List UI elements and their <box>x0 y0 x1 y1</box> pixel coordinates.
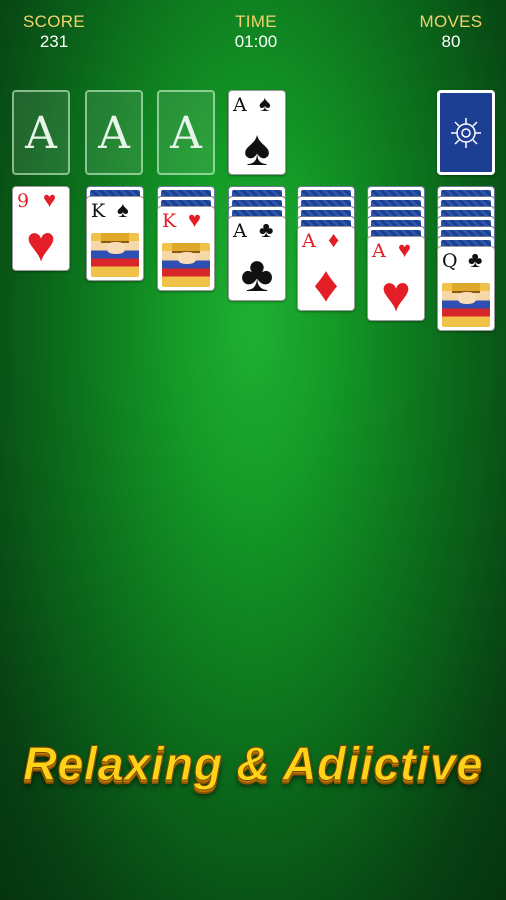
time-label: TIME <box>235 12 277 31</box>
foundation-slot-2[interactable]: A <box>85 90 143 175</box>
moves-display: MOVES 80 <box>408 12 494 52</box>
moves-value: 80 <box>441 32 461 51</box>
card-rank: Q <box>442 250 458 272</box>
court-figure-illustration <box>91 233 139 277</box>
foundation-ace-placeholder: A <box>98 108 130 159</box>
tableau-card-col-6[interactable]: A ♥ ♥ <box>367 236 425 321</box>
club-icon: ♣ <box>240 246 274 302</box>
foundation-ace-placeholder: A <box>170 108 202 159</box>
card-rank: 9 <box>17 190 30 212</box>
spade-icon: ♠ <box>259 91 271 116</box>
court-figure-illustration <box>162 243 210 287</box>
foundation-ace-placeholder: A <box>25 108 57 159</box>
club-icon: ♣ <box>468 247 483 272</box>
moves-label: MOVES <box>419 12 483 31</box>
tableau-card-col-4[interactable]: A ♣ ♣ <box>228 216 286 301</box>
heart-icon: ♥ <box>26 216 56 272</box>
tableau-card-col-5[interactable]: A ♦ ♦ <box>297 226 355 311</box>
tableau-card-col-7[interactable]: Q ♣ <box>437 246 495 331</box>
time-value: 01:00 <box>234 32 278 51</box>
slogan-text: Relaxing & Adiictive <box>22 737 484 791</box>
diamond-icon: ♦ <box>328 227 340 252</box>
score-label: SCORE <box>23 12 85 31</box>
heart-icon: ♥ <box>43 187 57 212</box>
court-figure-illustration <box>442 283 490 327</box>
card-rank: A <box>372 240 386 262</box>
tableau-card-col-2[interactable]: K ♠ <box>86 196 144 281</box>
card-rank: K <box>91 200 106 222</box>
spade-icon: ♠ <box>117 197 129 222</box>
spade-icon: ♠ <box>243 120 271 176</box>
compass-rose-icon <box>451 117 481 148</box>
heart-icon: ♥ <box>381 266 411 322</box>
card-rank: K <box>162 210 177 232</box>
heart-icon: ♥ <box>188 207 202 232</box>
stock-pile[interactable] <box>437 90 495 175</box>
foundation-slot-1[interactable]: A <box>12 90 70 175</box>
tableau-card-col-1[interactable]: 9 ♥ ♥ <box>12 186 70 271</box>
club-icon: ♣ <box>259 217 274 242</box>
card-rank: A <box>233 220 247 242</box>
card-rank: A <box>233 94 247 116</box>
diamond-icon: ♦ <box>313 256 339 312</box>
time-display: TIME 01:00 <box>220 12 292 52</box>
card-rank: A <box>302 230 316 252</box>
foundation-slot-4[interactable]: A ♠ ♠ <box>228 90 286 175</box>
foundation-slot-3[interactable]: A <box>157 90 215 175</box>
tableau-card-col-3[interactable]: K ♥ <box>157 206 215 291</box>
score-display: SCORE 231 <box>18 12 90 52</box>
score-value: 231 <box>39 32 69 51</box>
heart-icon: ♥ <box>398 237 412 262</box>
